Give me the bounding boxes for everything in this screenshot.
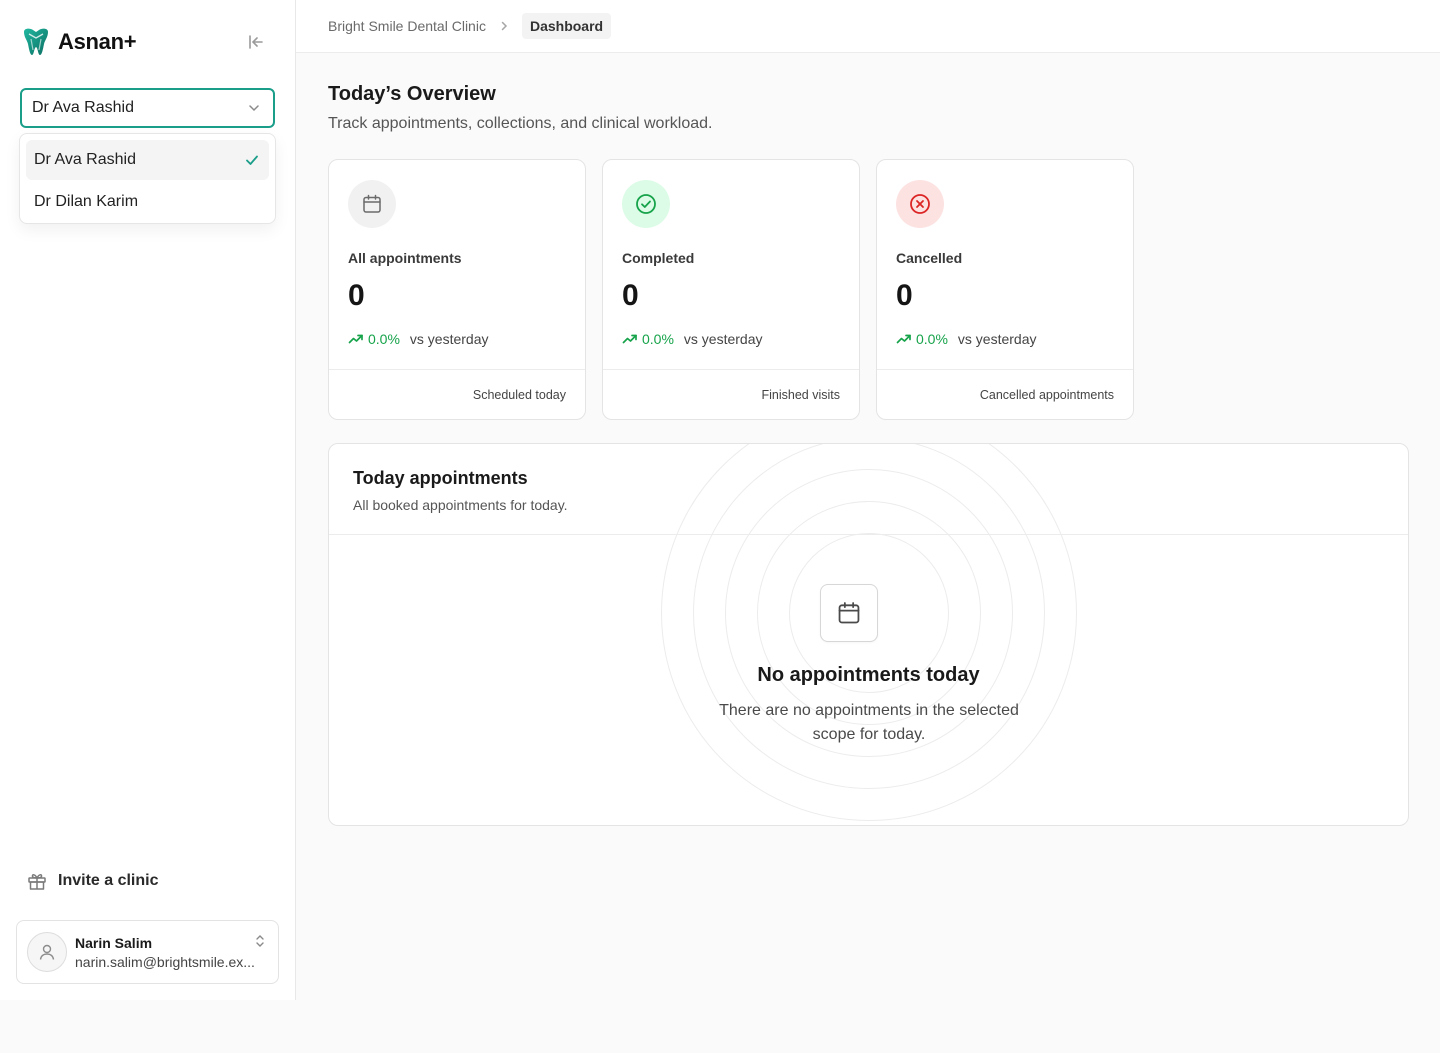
breadcrumb: Bright Smile Dental Clinic Dashboard bbox=[296, 0, 1440, 53]
calendar-icon bbox=[363, 194, 381, 213]
collapse-sidebar-button[interactable] bbox=[244, 30, 268, 54]
empty-state-icon-box bbox=[820, 584, 878, 642]
stat-value: 0 bbox=[622, 279, 639, 312]
stat-footer: Cancelled appointments bbox=[877, 369, 1133, 420]
check-icon bbox=[246, 155, 258, 165]
doctor-dropdown-menu: Dr Ava Rashid Dr Dilan Karim bbox=[19, 133, 276, 224]
invite-label: Invite a clinic bbox=[58, 872, 159, 889]
dropdown-option-dr-dilan-karim[interactable]: Dr Dilan Karim bbox=[26, 182, 269, 222]
chevron-down-icon bbox=[249, 105, 259, 112]
dropdown-option-dr-ava-rashid[interactable]: Dr Ava Rashid bbox=[26, 140, 269, 180]
chevrons-up-down-icon bbox=[256, 935, 264, 947]
stat-card-completed: Completed 0 0.0% vs yesterday Finished v… bbox=[602, 159, 860, 420]
option-label: Dr Ava Rashid bbox=[34, 151, 136, 168]
stat-footer: Finished visits bbox=[603, 369, 859, 420]
user-icon bbox=[39, 944, 55, 960]
check-circle-icon bbox=[636, 194, 656, 214]
doctor-select[interactable]: Dr Ava Rashid bbox=[20, 88, 275, 128]
gift-icon bbox=[28, 874, 46, 890]
doctor-select-value: Dr Ava Rashid bbox=[32, 99, 134, 116]
stat-footer: Scheduled today bbox=[329, 369, 585, 420]
stat-value: 0 bbox=[348, 279, 365, 312]
trend-percent: 0.0% bbox=[916, 331, 948, 347]
trending-up-icon bbox=[348, 334, 363, 344]
empty-state-text: There are no appointments in the selecte… bbox=[719, 702, 1019, 743]
trending-up-icon bbox=[896, 334, 911, 344]
today-appointments-panel: Today appointments All booked appointmen… bbox=[328, 443, 1409, 826]
stat-label: All appointments bbox=[348, 250, 462, 266]
trend-text: vs yesterday bbox=[683, 331, 763, 347]
sidebar: Asnan+ Dr Ava Rashid Dr Ava Rashid Dr Di… bbox=[0, 0, 296, 1000]
stat-trend: 0.0% vs yesterday bbox=[348, 331, 489, 347]
trend-text: vs yesterday bbox=[957, 331, 1037, 347]
trend-percent: 0.0% bbox=[368, 331, 400, 347]
page-title: Today’s Overview bbox=[328, 83, 496, 105]
calendar-icon bbox=[838, 602, 860, 624]
stat-label: Cancelled bbox=[896, 250, 963, 266]
option-label: Dr Dilan Karim bbox=[34, 193, 139, 210]
trend-percent: 0.0% bbox=[642, 331, 674, 347]
user-email: narin.salim@brightsmile.ex... bbox=[75, 953, 255, 970]
stat-trend: 0.0% vs yesterday bbox=[896, 331, 1037, 347]
trending-up-icon bbox=[622, 334, 637, 344]
breadcrumb-current: Dashboard bbox=[521, 13, 612, 39]
stat-icon-wrap bbox=[896, 180, 944, 228]
user-name: Narin Salim bbox=[75, 934, 153, 951]
avatar bbox=[27, 932, 67, 972]
panel-collapse-icon bbox=[249, 35, 263, 49]
breadcrumb-clinic-link[interactable]: Bright Smile Dental Clinic bbox=[328, 18, 486, 34]
trend-text: vs yesterday bbox=[409, 331, 489, 347]
x-circle-icon bbox=[910, 194, 930, 214]
empty-state: No appointments today There are no appoi… bbox=[329, 444, 1408, 825]
stat-label: Completed bbox=[622, 250, 695, 266]
tooth-logo-icon bbox=[24, 28, 48, 55]
chevron-right-icon bbox=[498, 20, 510, 32]
stat-value: 0 bbox=[896, 279, 913, 312]
stat-trend: 0.0% vs yesterday bbox=[622, 331, 763, 347]
invite-clinic-button[interactable]: Invite a clinic bbox=[26, 870, 158, 892]
stat-icon-wrap bbox=[348, 180, 396, 228]
stat-icon-wrap bbox=[622, 180, 670, 228]
brand[interactable]: Asnan+ bbox=[20, 26, 137, 58]
user-account-menu[interactable]: Narin Salim narin.salim@brightsmile.ex..… bbox=[16, 920, 279, 984]
empty-state-title: No appointments today bbox=[757, 664, 980, 686]
stat-card-cancelled: Cancelled 0 0.0% vs yesterday Cancelled … bbox=[876, 159, 1134, 420]
stat-card-all-appointments: All appointments 0 0.0% vs yesterday Sch… bbox=[328, 159, 586, 420]
page-subtitle: Track appointments, collections, and cli… bbox=[328, 115, 713, 132]
brand-name: Asnan+ bbox=[58, 29, 137, 54]
